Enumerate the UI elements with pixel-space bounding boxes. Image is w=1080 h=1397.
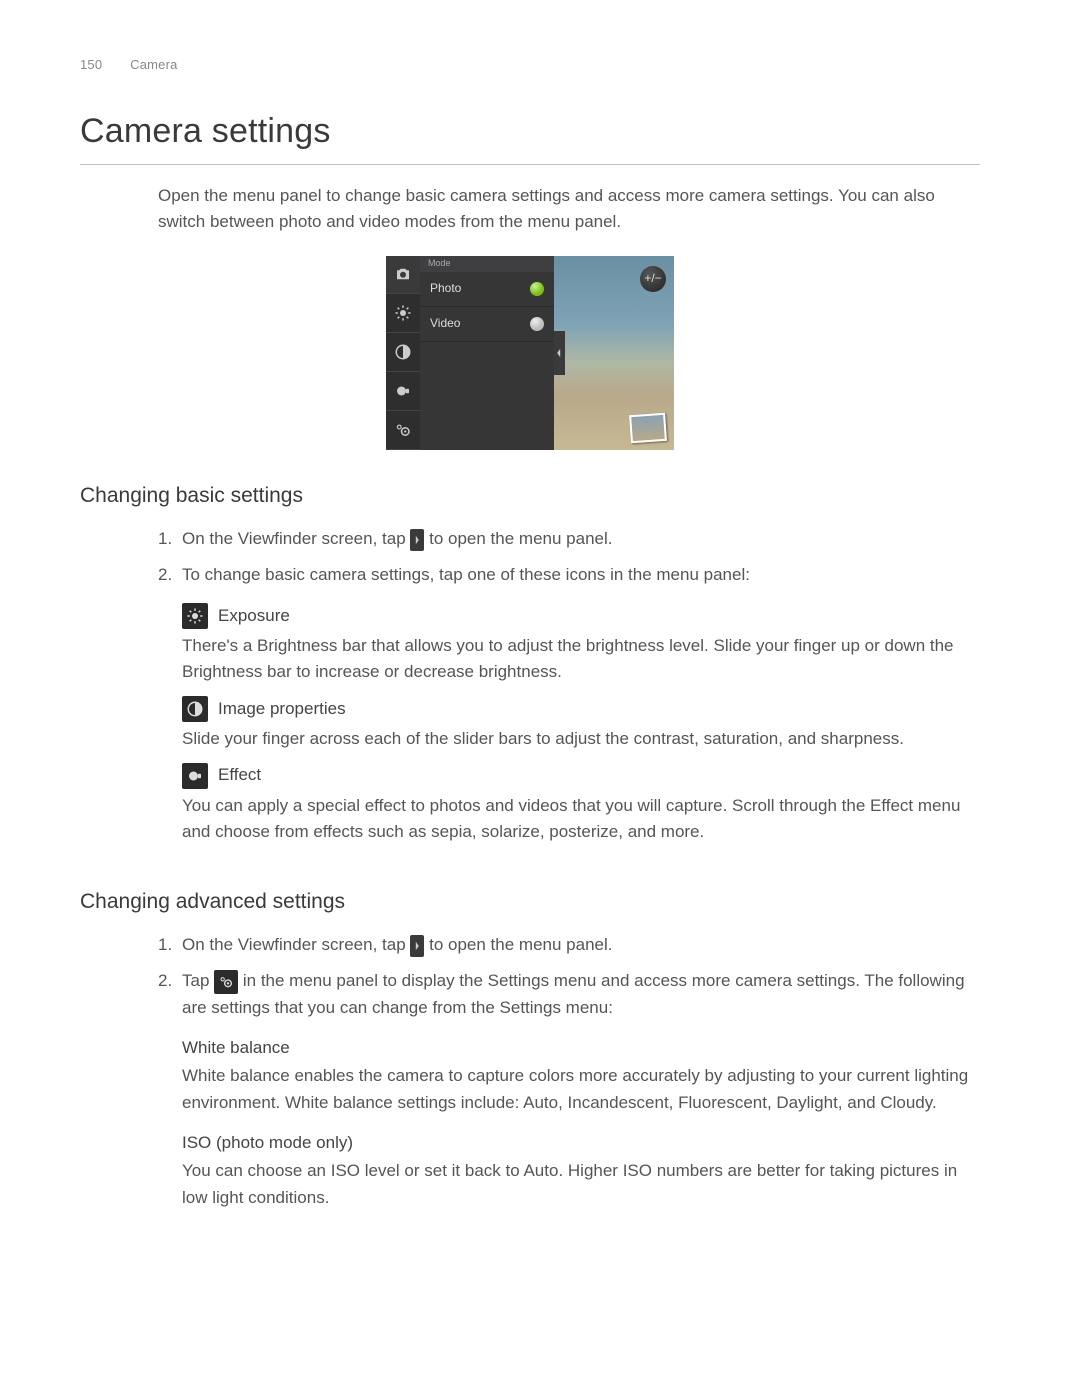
mode-row-photo: Photo	[420, 272, 554, 307]
advanced-step-2: Tap in the menu panel to display the Set…	[158, 968, 980, 1021]
adv-item-title: ISO (photo mode only)	[182, 1130, 980, 1156]
adv-item-desc: You can choose an ISO level or set it ba…	[182, 1158, 980, 1211]
text-fragment: On the Viewfinder screen, tap	[182, 529, 410, 548]
mode-row-video: Video	[420, 307, 554, 342]
text-fragment: to open the menu panel.	[429, 935, 612, 954]
feature-description: You can apply a special effect to photos…	[182, 793, 980, 846]
camera-viewfinder: +/−	[554, 256, 674, 450]
radio-selected-icon	[530, 282, 544, 296]
mode-label: Photo	[430, 279, 461, 298]
adv-item-title: White balance	[182, 1035, 980, 1061]
exposure-icon	[182, 603, 208, 629]
basic-features: Exposure There's a Brightness bar that a…	[158, 603, 980, 856]
feature-image-properties: Image properties Slide your finger acros…	[182, 696, 980, 763]
adv-item-desc: White balance enables the camera to capt…	[182, 1063, 980, 1116]
feature-effect: Effect You can apply a special effect to…	[182, 762, 980, 855]
text-fragment: On the Viewfinder screen, tap	[182, 935, 410, 954]
advanced-steps-list: On the Viewfinder screen, tap to open th…	[158, 932, 980, 1021]
basic-step-1: On the Viewfinder screen, tap to open th…	[158, 526, 980, 552]
feature-description: There's a Brightness bar that allows you…	[182, 633, 980, 686]
menu-open-chevron-icon	[410, 935, 424, 957]
text-fragment: to open the menu panel.	[429, 529, 612, 548]
text-fragment: Tap	[182, 971, 214, 990]
camera-mode-icon	[386, 256, 420, 295]
image-properties-icon	[386, 333, 420, 372]
page-header: 150 Camera	[80, 55, 980, 75]
image-properties-icon	[182, 696, 208, 722]
exposure-icon	[386, 294, 420, 333]
camera-sidebar	[386, 256, 420, 450]
panel-collapse-icon	[554, 331, 565, 375]
feature-label: Effect	[218, 762, 261, 788]
page-title: Camera settings	[80, 105, 980, 158]
camera-mode-panel: Mode Photo Video	[420, 256, 554, 450]
feature-description: Slide your finger across each of the sli…	[182, 726, 980, 752]
feature-label: Exposure	[218, 603, 290, 629]
advanced-step-1: On the Viewfinder screen, tap to open th…	[158, 932, 980, 958]
settings-gear-icon	[386, 411, 420, 450]
feature-label: Image properties	[218, 696, 346, 722]
radio-unselected-icon	[530, 317, 544, 331]
intro-paragraph: Open the menu panel to change basic came…	[158, 183, 980, 236]
camera-menu-screenshot: Mode Photo Video +/−	[386, 256, 674, 450]
mode-label: Video	[430, 314, 460, 333]
mode-header: Mode	[420, 256, 554, 272]
feature-exposure: Exposure There's a Brightness bar that a…	[182, 603, 980, 696]
document-page: 150 Camera Camera settings Open the menu…	[0, 0, 1080, 1397]
advanced-settings-heading: Changing advanced settings	[80, 886, 980, 919]
effect-icon	[386, 372, 420, 411]
title-rule	[80, 164, 980, 165]
basic-step-2: To change basic camera settings, tap one…	[158, 562, 980, 588]
gallery-thumbnail-icon	[629, 412, 667, 442]
basic-settings-heading: Changing basic settings	[80, 480, 980, 513]
effect-icon	[182, 763, 208, 789]
page-section: Camera	[130, 57, 177, 72]
ev-badge: +/−	[640, 266, 666, 292]
menu-open-chevron-icon	[410, 529, 424, 551]
settings-gear-icon	[214, 970, 238, 994]
text-fragment: in the menu panel to display the Setting…	[182, 971, 965, 1016]
basic-steps-list: On the Viewfinder screen, tap to open th…	[158, 526, 980, 589]
page-number: 150	[80, 57, 102, 72]
advanced-items: White balance White balance enables the …	[158, 1035, 980, 1211]
